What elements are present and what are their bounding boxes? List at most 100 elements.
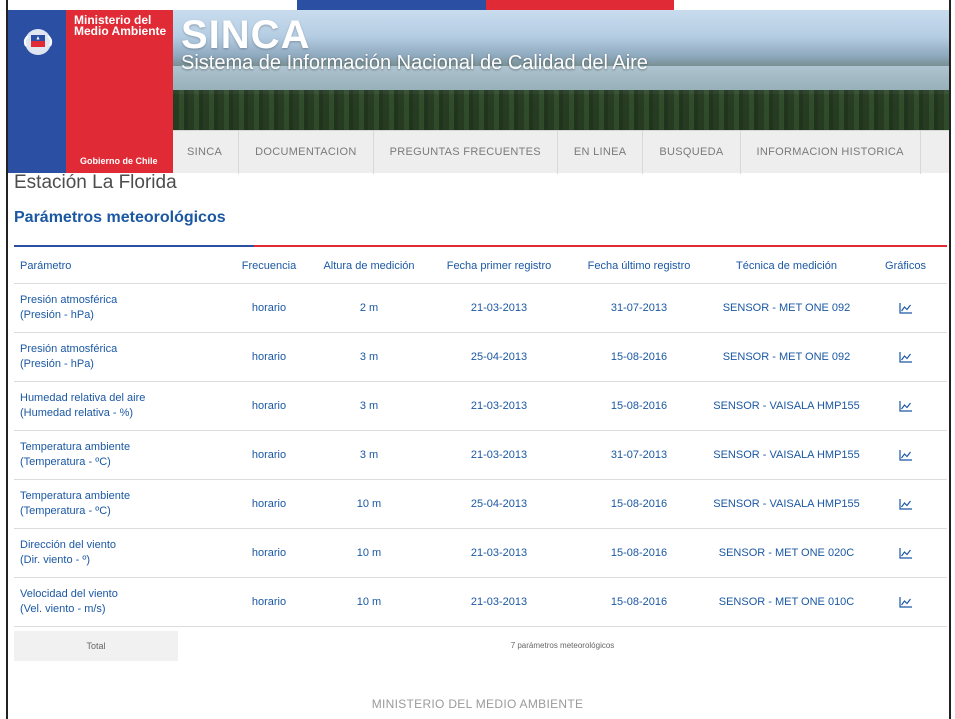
main-navigation: SINCA DOCUMENTACION PREGUNTAS FRECUENTES… (173, 130, 949, 174)
technique-cell: SENSOR - MET ONE 092 (709, 332, 864, 382)
chart-cell (864, 577, 947, 627)
parameter-unit: (Humedad relativa - %) (20, 406, 134, 419)
first-record-cell: 21-03-2013 (429, 430, 569, 480)
parameter-unit: (Temperatura - ºC) (20, 455, 111, 468)
nav-item-en-linea[interactable]: EN LINEA (558, 130, 644, 174)
technique-cell: SENSOR - VAISALA HMP155 (709, 479, 864, 529)
frequency-cell: horario (229, 430, 309, 480)
frequency-cell: horario (229, 528, 309, 578)
chart-cell (864, 283, 947, 333)
height-cell: 10 m (309, 577, 429, 627)
first-record-cell: 25-04-2013 (429, 332, 569, 382)
parameter-name[interactable]: Presión atmosférica (20, 293, 229, 308)
first-record-cell: 21-03-2013 (429, 381, 569, 431)
line-chart-icon[interactable] (898, 547, 913, 559)
parameter-cell: Dirección del viento (Dir. viento - º) (14, 528, 229, 578)
banner-trees (173, 90, 949, 130)
line-chart-icon[interactable] (898, 449, 913, 461)
last-record-cell: 31-07-2013 (569, 283, 709, 333)
header-banner: SINCA Sistema de Información Nacional de… (173, 10, 949, 130)
parameter-name[interactable]: Temperatura ambiente (20, 440, 229, 455)
parameter-cell: Presión atmosférica (Presión - hPa) (14, 283, 229, 333)
technique-cell: SENSOR - VAISALA HMP155 (709, 430, 864, 480)
government-logo-block[interactable]: Ministerio del Medio Ambiente Gobierno d… (8, 10, 173, 173)
technique-cell: SENSOR - MET ONE 020C (709, 528, 864, 578)
first-record-cell: 25-04-2013 (429, 479, 569, 529)
first-record-cell: 21-03-2013 (429, 528, 569, 578)
chart-cell (864, 430, 947, 480)
table-row: Temperatura ambiente (Temperatura - ºC) … (14, 430, 947, 480)
column-header-tecnica: Técnica de medición (709, 249, 864, 284)
line-chart-icon[interactable] (898, 302, 913, 314)
column-header-parametro: Parámetro (14, 249, 229, 284)
line-chart-icon[interactable] (898, 400, 913, 412)
nav-item-informacion-historica[interactable]: INFORMACION HISTORICA (741, 130, 921, 174)
station-title: Estación La Florida (14, 172, 177, 193)
line-chart-icon[interactable] (898, 498, 913, 510)
parameter-unit: (Dir. viento - º) (20, 553, 91, 566)
total-summary: 7 parámetros meteorológicos (510, 641, 615, 650)
parameter-cell: Presión atmosférica (Presión - hPa) (14, 332, 229, 382)
table-row: Temperatura ambiente (Temperatura - ºC) … (14, 479, 947, 529)
flag-bar (297, 0, 674, 10)
brand-subtitle: Sistema de Información Nacional de Calid… (181, 52, 648, 74)
government-label: Gobierno de Chile (80, 156, 158, 166)
last-record-cell: 31-07-2013 (569, 430, 709, 480)
first-record-cell: 21-03-2013 (429, 283, 569, 333)
site-header: Ministerio del Medio Ambiente Gobierno d… (8, 10, 949, 174)
column-header-altura: Altura de medición (309, 249, 429, 284)
table-total-row: Total 7 parámetros meteorológicos (14, 631, 947, 661)
height-cell: 3 m (309, 381, 429, 431)
frequency-cell: horario (229, 283, 309, 333)
last-record-cell: 15-08-2016 (569, 332, 709, 382)
parameter-cell: Velocidad del viento (Vel. viento - m/s) (14, 577, 229, 627)
frequency-cell: horario (229, 577, 309, 627)
parameter-name[interactable]: Temperatura ambiente (20, 489, 229, 504)
height-cell: 2 m (309, 283, 429, 333)
column-header-graficos: Gráficos (864, 249, 947, 284)
ministry-name: Ministerio del Medio Ambiente (74, 13, 167, 38)
parameter-name[interactable]: Presión atmosférica (20, 342, 229, 357)
nav-item-busqueda[interactable]: BUSQUEDA (643, 130, 741, 174)
parameter-unit: (Presión - hPa) (20, 357, 94, 370)
nav-item-documentacion[interactable]: DOCUMENTACION (239, 130, 374, 174)
last-record-cell: 15-08-2016 (569, 528, 709, 578)
parameter-cell: Humedad relativa del aire (Humedad relat… (14, 381, 229, 431)
last-record-cell: 15-08-2016 (569, 381, 709, 431)
parameters-table: Parámetro Frecuencia Altura de medición … (14, 249, 947, 627)
line-chart-icon[interactable] (898, 596, 913, 608)
column-header-fecha-ultimo: Fecha último registro (569, 249, 709, 284)
parameter-unit: (Presión - hPa) (20, 308, 94, 321)
parameter-name[interactable]: Velocidad del viento (20, 587, 229, 602)
line-chart-icon[interactable] (898, 351, 913, 363)
last-record-cell: 15-08-2016 (569, 479, 709, 529)
technique-cell: SENSOR - MET ONE 092 (709, 283, 864, 333)
frequency-cell: horario (229, 332, 309, 382)
total-label: Total (14, 631, 178, 661)
height-cell: 10 m (309, 528, 429, 578)
brand-title[interactable]: SINCA (181, 15, 310, 55)
height-cell: 3 m (309, 332, 429, 382)
section-divider (14, 245, 947, 247)
frequency-cell: horario (229, 479, 309, 529)
parameter-unit: (Vel. viento - m/s) (20, 602, 106, 615)
nav-item-preguntas-frecuentes[interactable]: PREGUNTAS FRECUENTES (374, 130, 558, 174)
nav-item-sinca[interactable]: SINCA (173, 130, 240, 174)
first-record-cell: 21-03-2013 (429, 577, 569, 627)
table-row: Humedad relativa del aire (Humedad relat… (14, 381, 947, 431)
section-title: Parámetros meteorológicos (14, 209, 226, 226)
parameter-unit: (Temperatura - ºC) (20, 504, 111, 517)
column-header-fecha-primer: Fecha primer registro (429, 249, 569, 284)
technique-cell: SENSOR - MET ONE 010C (709, 577, 864, 627)
parameter-name[interactable]: Dirección del viento (20, 538, 229, 553)
parameter-name[interactable]: Humedad relativa del aire (20, 391, 229, 406)
column-header-frecuencia: Frecuencia (229, 249, 309, 284)
table-row: Dirección del viento (Dir. viento - º) h… (14, 528, 947, 578)
chart-cell (864, 528, 947, 578)
table-header-row: Parámetro Frecuencia Altura de medición … (14, 249, 947, 284)
last-record-cell: 15-08-2016 (569, 577, 709, 627)
parameter-cell: Temperatura ambiente (Temperatura - ºC) (14, 430, 229, 480)
chart-cell (864, 332, 947, 382)
height-cell: 3 m (309, 430, 429, 480)
parameter-cell: Temperatura ambiente (Temperatura - ºC) (14, 479, 229, 529)
